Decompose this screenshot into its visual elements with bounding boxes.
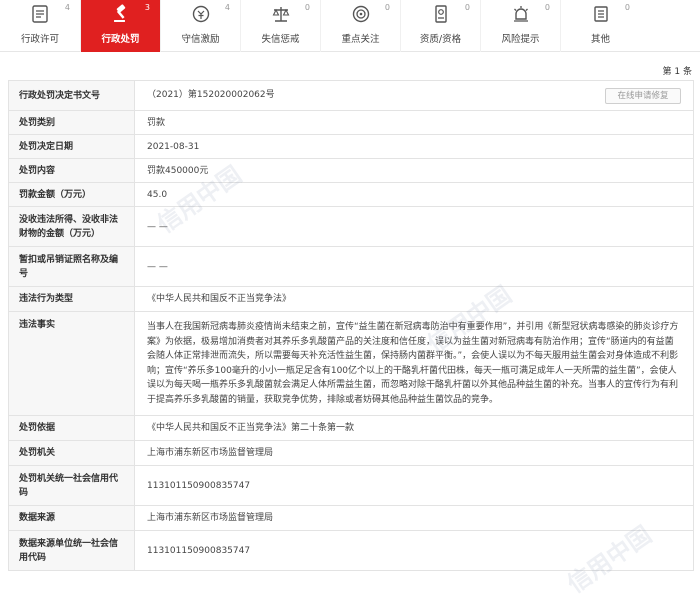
row-value: 113101150900835747 — [134, 530, 694, 571]
tab-risk-warning[interactable]: 0 风险提示 — [480, 0, 560, 52]
tab-dishonesty-punishment[interactable]: 0 失信惩戒 — [240, 0, 320, 52]
row-key: 行政处罚决定书文号 — [8, 80, 135, 111]
record-pager: 第 1 条 — [662, 67, 692, 77]
row-key: 处罚内容 — [8, 158, 135, 183]
row-value: 2021-08-31 — [134, 134, 694, 159]
apply-repair-button[interactable]: 在线申请修复 — [605, 87, 681, 104]
row-key: 处罚机关 — [8, 440, 135, 466]
tab-label: 行政许可 — [20, 34, 59, 45]
tab-label: 守信激励 — [181, 34, 220, 45]
row-value: 113101150900835747 — [134, 465, 694, 506]
row-key: 处罚机关统一社会信用代码 — [8, 465, 135, 506]
table-row: 没收违法所得、没收非法财物的金额（万元） — — — [8, 206, 694, 247]
tab-count: 0 — [384, 3, 390, 12]
tab-count: 3 — [144, 3, 150, 12]
table-row: 违法行为类型 《中华人民共和国反不正当竞争法》 — [8, 286, 694, 312]
table-row: 处罚决定日期 2021-08-31 — [8, 134, 694, 159]
row-value: 《中华人民共和国反不正当竞争法》第二十条第一款 — [134, 415, 694, 441]
other-icon — [590, 3, 612, 25]
tab-count: 0 — [624, 3, 630, 12]
table-row: 数据来源 上海市浦东新区市场监督管理局 — [8, 505, 694, 531]
tab-count: 0 — [304, 3, 310, 12]
row-key: 罚款金额（万元） — [8, 182, 135, 207]
category-tab-bar: 4 行政许可 3 行政处罚 4 守信激励 0 失信惩戒 0 重点关注 0 资质/… — [0, 0, 700, 52]
tab-label: 风险提示 — [501, 34, 540, 45]
tab-count: 4 — [224, 3, 230, 12]
tab-label: 失信惩戒 — [261, 34, 300, 45]
table-row: 处罚依据 《中华人民共和国反不正当竞争法》第二十条第一款 — [8, 415, 694, 441]
table-row: 处罚机关统一社会信用代码 113101150900835747 — [8, 465, 694, 506]
row-key: 违法行为类型 — [8, 286, 135, 312]
alarm-icon — [510, 3, 532, 25]
row-value: 《中华人民共和国反不正当竞争法》 — [134, 286, 694, 312]
row-value: 上海市浦东新区市场监督管理局 — [134, 440, 694, 466]
row-key: 数据来源 — [8, 505, 135, 531]
row-value: （2021）第152020002062号 在线申请修复 — [134, 80, 694, 111]
tab-count: 0 — [464, 3, 470, 12]
row-key: 暂扣或吊销证照名称及编号 — [8, 246, 135, 287]
table-row: 罚款金额（万元） 45.0 — [8, 182, 694, 207]
license-icon — [29, 3, 51, 25]
tab-count: 4 — [64, 3, 70, 12]
tab-label: 其他 — [590, 34, 610, 45]
row-key: 数据来源单位统一社会信用代码 — [8, 530, 135, 571]
row-value: 45.0 — [134, 182, 694, 207]
qualification-icon — [430, 3, 452, 25]
gavel-icon — [110, 3, 132, 25]
tab-qualification[interactable]: 0 资质/资格 — [400, 0, 480, 52]
tab-administrative-license[interactable]: 4 行政许可 — [0, 0, 80, 52]
row-key: 处罚决定日期 — [8, 134, 135, 159]
table-row: 违法事实 当事人在我国新冠病毒肺炎疫情尚未结束之前，宣传“益生菌在新冠病毒防治中… — [8, 311, 694, 416]
tab-credit-reward[interactable]: 4 守信激励 — [160, 0, 240, 52]
tab-label: 行政处罚 — [101, 34, 140, 45]
table-row: 行政处罚决定书文号 （2021）第152020002062号 在线申请修复 — [8, 80, 694, 111]
row-key: 处罚依据 — [8, 415, 135, 441]
row-value: — — — [134, 206, 694, 247]
row-value: 上海市浦东新区市场监督管理局 — [134, 505, 694, 531]
row-value: — — — [134, 246, 694, 287]
row-key: 处罚类别 — [8, 110, 135, 135]
row-key: 违法事实 — [8, 311, 135, 416]
table-row: 处罚类别 罚款 — [8, 110, 694, 135]
table-row: 暂扣或吊销证照名称及编号 — — — [8, 246, 694, 287]
tab-count: 0 — [544, 3, 550, 12]
table-row: 数据来源单位统一社会信用代码 113101150900835747 — [8, 530, 694, 571]
table-row: 处罚机关 上海市浦东新区市场监督管理局 — [8, 440, 694, 466]
row-value: 当事人在我国新冠病毒肺炎疫情尚未结束之前，宣传“益生菌在新冠病毒防治中有重要作用… — [134, 311, 694, 416]
tab-label: 重点关注 — [341, 34, 380, 45]
table-row: 处罚内容 罚款450000元 — [8, 158, 694, 183]
penalty-detail-table: 行政处罚决定书文号 （2021）第152020002062号 在线申请修复 处罚… — [8, 80, 694, 571]
row-key: 没收违法所得、没收非法财物的金额（万元） — [8, 206, 135, 247]
tab-key-focus[interactable]: 0 重点关注 — [320, 0, 400, 52]
row-value: 罚款450000元 — [134, 158, 694, 183]
decision-number: （2021）第152020002062号 — [147, 89, 275, 100]
tab-administrative-penalty[interactable]: 3 行政处罚 — [80, 0, 160, 52]
scale-icon — [270, 3, 292, 25]
credit-reward-icon — [190, 3, 212, 25]
tab-label: 资质/资格 — [419, 34, 462, 45]
target-icon — [350, 3, 372, 25]
tab-other[interactable]: 0 其他 — [560, 0, 640, 52]
row-value: 罚款 — [134, 110, 694, 135]
